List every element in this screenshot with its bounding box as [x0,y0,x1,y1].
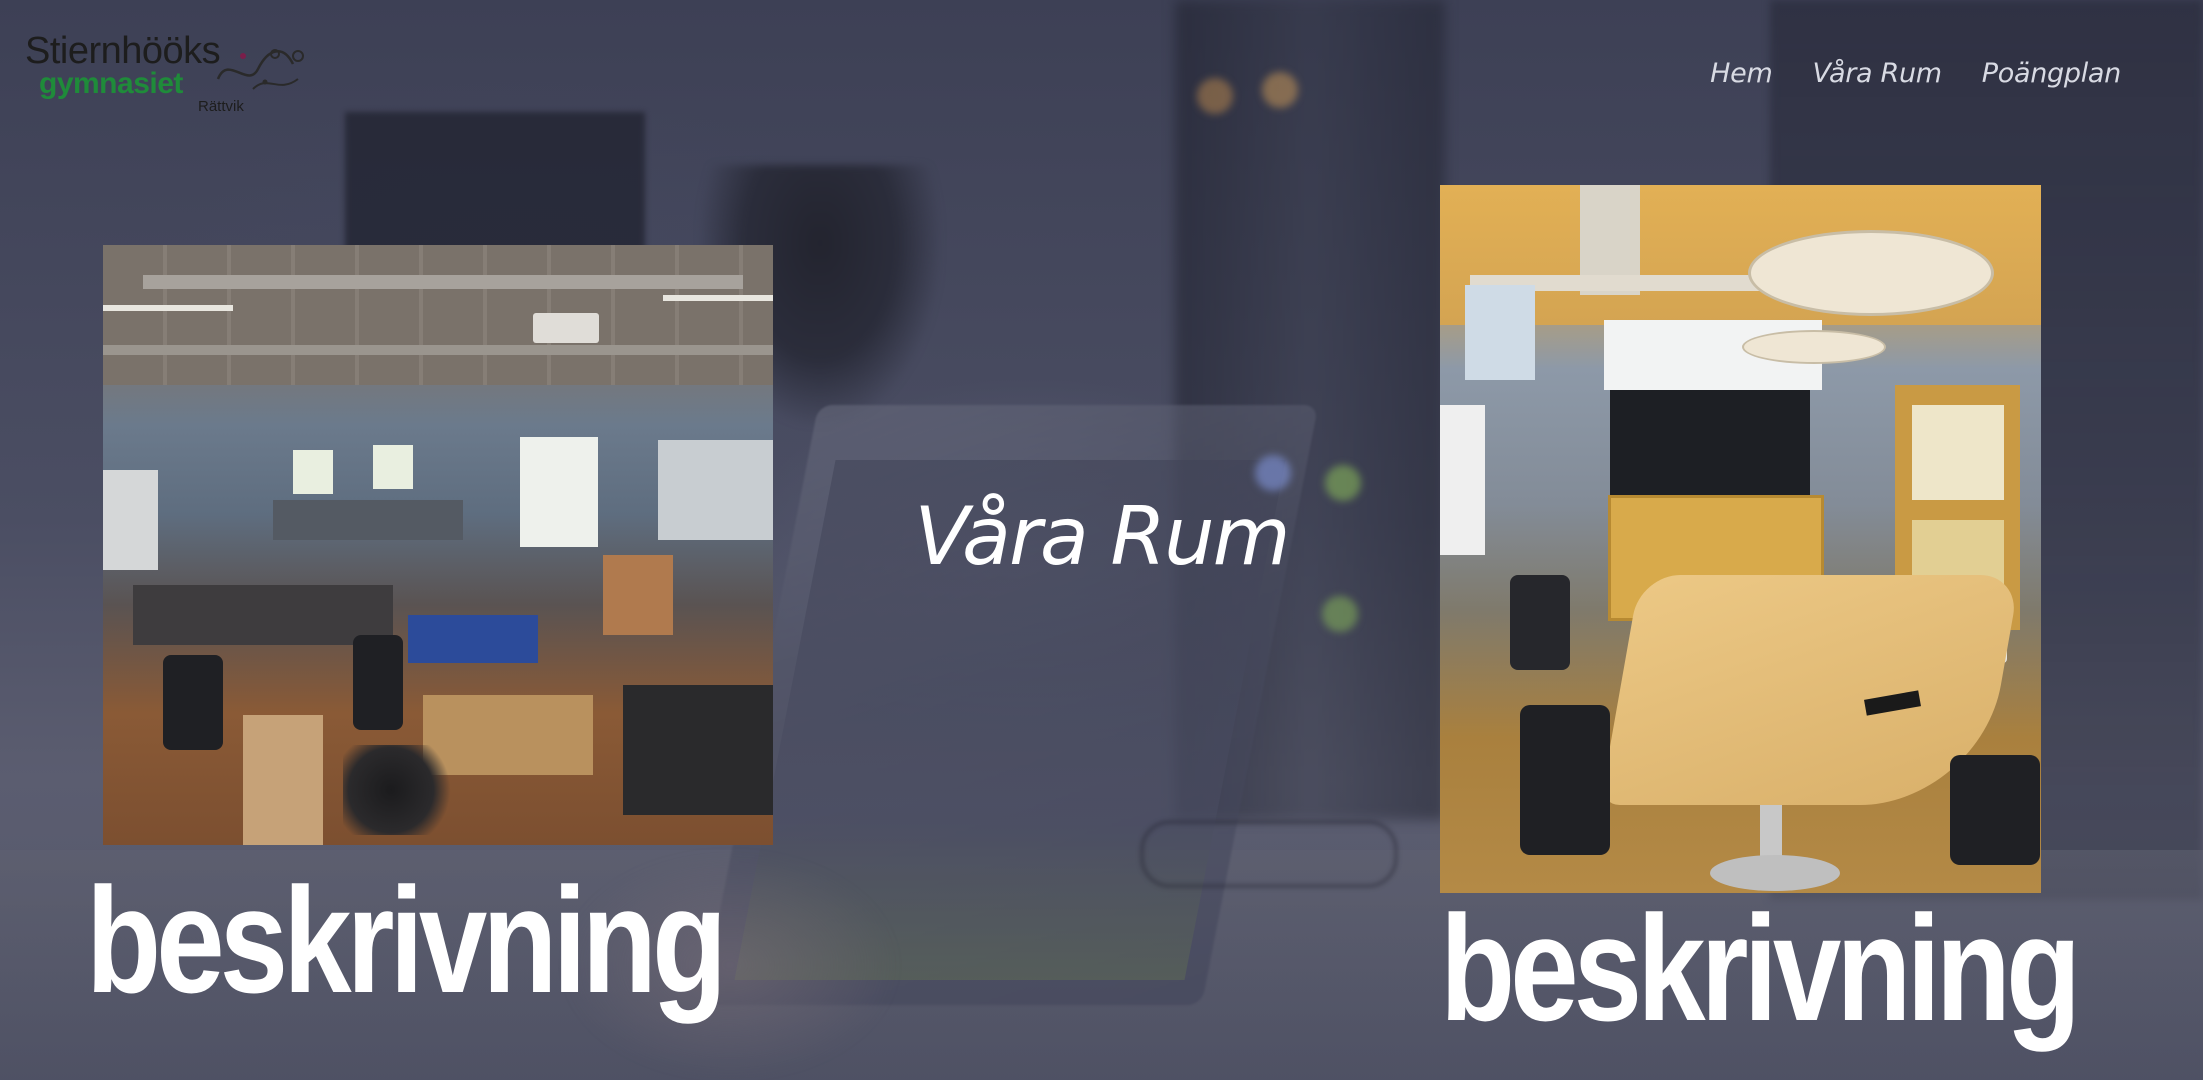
lab-room-photo [103,245,773,845]
nav-link-poangplan[interactable]: Poängplan [1982,58,2122,89]
logo-line2: gymnasiet [39,67,183,100]
background-light [1322,596,1358,632]
background-light [1262,72,1298,108]
nav-link-hem[interactable]: Hem [1710,58,1773,89]
lab-room-description: beskrivning [86,856,727,1024]
school-logo[interactable]: Stiernhööks gymnasiet Rättvik [25,32,315,117]
logo-swirl-icon [216,49,304,90]
page: Stiernhööks gymnasiet Rättvik Hem Våra R… [0,0,2203,1080]
background-light [1197,78,1233,114]
meeting-room-photo [1440,185,2041,893]
nav-link-vara-rum[interactable]: Våra Rum [1813,58,1943,89]
background-glasses [1140,820,1398,888]
logo-line1: Stiernhööks [25,30,221,72]
meeting-room-description: beskrivning [1440,884,2081,1052]
main-nav: Hem Våra Rum Poängplan [1710,58,2121,89]
background-light [1255,455,1291,491]
